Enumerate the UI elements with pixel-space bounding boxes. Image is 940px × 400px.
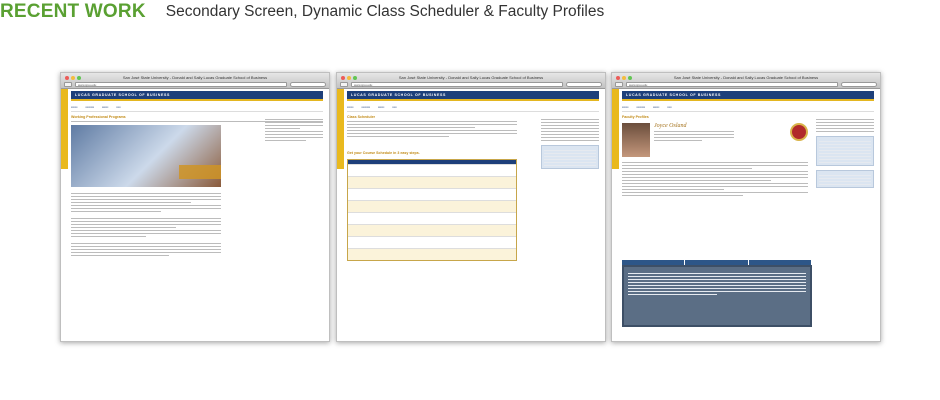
nav-item[interactable]: ▪▪▪▪▪▪: [347, 105, 353, 109]
site-banner: LUCAS GRADUATE SCHOOL OF BUSINESS: [71, 91, 323, 99]
nav-item[interactable]: ▪▪▪▪▪▪: [653, 105, 659, 109]
page-header: RECENT WORK Secondary Screen, Dynamic Cl…: [0, 0, 604, 24]
site-banner: LUCAS GRADUATE SCHOOL OF BUSINESS: [347, 91, 599, 99]
profile-bio-panel: [622, 265, 812, 327]
page-content: LUCAS GRADUATE SCHOOL OF BUSINESS ▪▪▪▪▪▪…: [71, 91, 323, 341]
site-nav: ▪▪▪▪▪▪ ▪▪▪▪▪▪▪▪ ▪▪▪▪▪▪ ▪▪▪▪: [622, 105, 874, 112]
table-row[interactable]: [348, 212, 516, 224]
nav-item[interactable]: ▪▪▪▪: [116, 105, 120, 109]
body-text: [71, 193, 221, 256]
address-bar[interactable]: www.sjsu.edu: [351, 82, 563, 87]
back-button[interactable]: [615, 82, 623, 87]
nav-item[interactable]: ▪▪▪▪▪▪: [622, 105, 628, 109]
related-links-box: [816, 136, 874, 166]
banner-gold-bar: [71, 99, 323, 101]
page-content: LUCAS GRADUATE SCHOOL OF BUSINESS ▪▪▪▪▪▪…: [622, 91, 874, 341]
browser-chrome: San José State University - Donald and S…: [612, 73, 880, 89]
right-column: [265, 117, 323, 141]
faculty-name: Joyce Osland: [654, 123, 687, 129]
site-banner: LUCAS GRADUATE SCHOOL OF BUSINESS: [622, 91, 874, 99]
browser-chrome: San José State University - Donald and S…: [337, 73, 605, 89]
faculty-photo: [622, 123, 650, 157]
table-row[interactable]: [348, 224, 516, 236]
header-subtitle: Secondary Screen, Dynamic Class Schedule…: [165, 3, 605, 20]
table-row[interactable]: [348, 200, 516, 212]
side-color-bar: [337, 89, 344, 169]
nav-item[interactable]: ▪▪▪▪▪▪▪▪: [361, 105, 370, 109]
nav-item[interactable]: ▪▪▪▪▪▪: [71, 105, 77, 109]
site-nav: ▪▪▪▪▪▪ ▪▪▪▪▪▪▪▪ ▪▪▪▪▪▪ ▪▪▪▪: [347, 105, 599, 112]
nav-item[interactable]: ▪▪▪▪▪▪: [102, 105, 108, 109]
nav-item[interactable]: ▪▪▪▪▪▪: [378, 105, 384, 109]
screenshot-class-scheduler: San José State University - Donald and S…: [336, 72, 606, 342]
hero-caption-box: [179, 165, 221, 179]
window-title: San José State University - Donald and S…: [673, 75, 819, 80]
search-box[interactable]: [290, 82, 326, 87]
contact-box: [816, 170, 874, 188]
schedule-table: [347, 159, 517, 261]
right-column: [541, 117, 599, 169]
back-button[interactable]: [340, 82, 348, 87]
banner-gold-bar: [622, 99, 874, 101]
side-color-bar: [612, 89, 619, 169]
profile-details: [622, 162, 808, 196]
table-row[interactable]: [348, 176, 516, 188]
site-nav: ▪▪▪▪▪▪ ▪▪▪▪▪▪▪▪ ▪▪▪▪▪▪ ▪▪▪▪: [71, 105, 323, 112]
banner-gold-bar: [347, 99, 599, 101]
hero-photo: [71, 125, 221, 187]
table-row[interactable]: [348, 188, 516, 200]
screenshot-secondary-screen: San José State University - Donald and S…: [60, 72, 330, 342]
window-title: San José State University - Donald and S…: [398, 75, 544, 80]
nav-item[interactable]: ▪▪▪▪▪▪▪▪: [636, 105, 645, 109]
intro-text: [347, 121, 517, 137]
nav-item[interactable]: ▪▪▪▪: [667, 105, 671, 109]
window-title: San José State University - Donald and S…: [122, 75, 268, 80]
table-row[interactable]: [348, 248, 516, 260]
university-seal-icon: [790, 123, 808, 141]
side-color-bar: [61, 89, 68, 169]
table-row[interactable]: [348, 236, 516, 248]
search-box[interactable]: [841, 82, 877, 87]
related-links-box: [541, 145, 599, 169]
page-content: LUCAS GRADUATE SCHOOL OF BUSINESS ▪▪▪▪▪▪…: [347, 91, 599, 341]
profile-header: Joyce Osland: [622, 123, 808, 157]
portfolio-page: RECENT WORK Secondary Screen, Dynamic Cl…: [0, 0, 940, 400]
address-bar[interactable]: www.sjsu.edu: [75, 82, 287, 87]
header-title: RECENT WORK: [0, 1, 146, 22]
search-box[interactable]: [566, 82, 602, 87]
back-button[interactable]: [64, 82, 72, 87]
right-column: [816, 117, 874, 188]
nav-item[interactable]: ▪▪▪▪▪▪▪▪: [85, 105, 94, 109]
nav-item[interactable]: ▪▪▪▪: [392, 105, 396, 109]
address-bar[interactable]: www.sjsu.edu: [626, 82, 838, 87]
screenshot-faculty-profile: San José State University - Donald and S…: [611, 72, 881, 342]
browser-chrome: San José State University - Donald and S…: [61, 73, 329, 89]
table-row[interactable]: [348, 164, 516, 176]
